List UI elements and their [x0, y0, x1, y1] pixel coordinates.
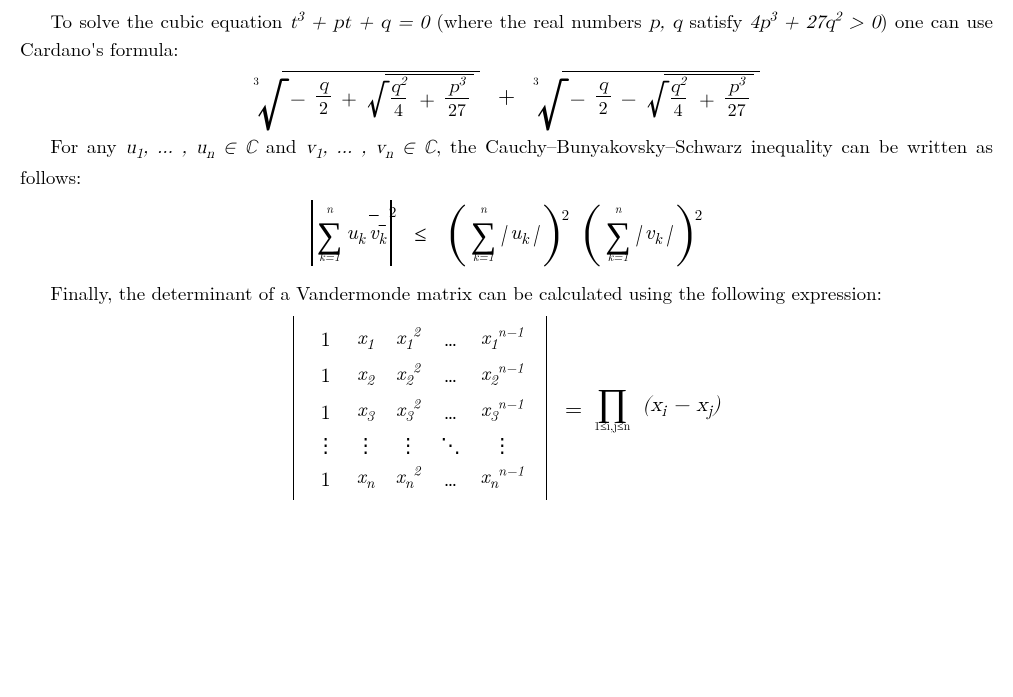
- frac-den: 4: [671, 98, 686, 119]
- matrix-cell: xn2: [386, 459, 431, 495]
- equation-cardano: 3 √ − q2 + √ q24 + p327 +: [20, 71, 993, 119]
- matrix-cell: 1: [306, 356, 346, 392]
- determinant-matrix: 1x1x12…x1n−11x2x22…x2n−11x3x32…x3n−1⋮⋮⋮⋱…: [293, 316, 547, 500]
- paragraph-cbs-intro: For any u1, … , un ∈ ℂ and v1, … , vn ∈ …: [20, 133, 993, 190]
- sum-symbol: n ∑ k=1: [317, 203, 343, 263]
- frac-num: q: [316, 76, 332, 96]
- matrix-cell: x2: [346, 356, 386, 392]
- frac-den: 27: [445, 98, 469, 119]
- matrix-cell: x2n−1: [471, 356, 535, 392]
- exponent-2: 2: [695, 205, 703, 225]
- inline-v-sequence: v1, … , vn ∈ ℂ: [305, 138, 436, 157]
- frac-den: 4: [391, 98, 406, 119]
- matrix-cell: ⋮: [346, 428, 386, 459]
- equals-sign: =: [565, 393, 582, 423]
- text: satisfy: [682, 7, 750, 34]
- paren-vk: ( n ∑ k=1 |vk| ): [579, 203, 698, 263]
- plus-operator: +: [490, 80, 523, 110]
- matrix-cell: x1n−1: [471, 320, 535, 356]
- matrix-cell: x1: [346, 320, 386, 356]
- inline-vars-pq: p, q: [649, 13, 682, 32]
- inline-u-sequence: u1, … , un ∈ ℂ: [125, 138, 257, 157]
- matrix-cell: ⋮: [306, 428, 346, 459]
- matrix-cell: 1: [306, 459, 346, 495]
- text: To solve the cubic equation: [50, 7, 289, 34]
- inner-sqrt-1: √ q24 + p327: [367, 74, 474, 119]
- matrix-cell: ⋮: [471, 428, 535, 459]
- matrix-cell: x22: [386, 356, 431, 392]
- matrix-cell: x12: [386, 320, 431, 356]
- paragraph-cardano-intro: To solve the cubic equation t3 + pt + q …: [20, 8, 993, 61]
- product-symbol: ∏ 1≤i,j≤n: [594, 383, 630, 432]
- frac-den: 27: [725, 98, 749, 119]
- text: Finally, the determinant of a Vandermond…: [50, 279, 882, 306]
- exponent-2: 2: [562, 205, 570, 225]
- equation-cauchy-schwarz: n ∑ k=1 ukvk 2 ≤ (: [20, 200, 993, 266]
- matrix-cell: …: [431, 320, 471, 356]
- frac-num: q: [595, 76, 611, 96]
- cube-root-1: 3 √ − q2 + √ q24 + p327: [253, 71, 480, 119]
- paren-uk: ( n ∑ k=1 |uk| ): [445, 203, 565, 263]
- matrix-cell: ⋮: [386, 428, 431, 459]
- matrix-cell: 1: [306, 392, 346, 428]
- matrix-cell: xnn−1: [471, 459, 535, 495]
- inner-sqrt-2: √ q24 + p327: [646, 74, 753, 119]
- equation-vandermonde: 1x1x12…x1n−11x2x22…x2n−11x3x32…x3n−1⋮⋮⋮⋱…: [20, 316, 993, 500]
- term-abs-uk: |uk|: [500, 217, 538, 248]
- matrix-cell: xn: [346, 459, 386, 495]
- matrix-cell: …: [431, 356, 471, 392]
- term-uk-vkbar: ukvk: [346, 217, 385, 248]
- paragraph-vandermonde-intro: Finally, the determinant of a Vandermond…: [20, 280, 993, 306]
- abs-lhs: n ∑ k=1 ukvk: [311, 200, 392, 266]
- inline-condition: 4p3 + 27q2 > 0: [750, 13, 881, 32]
- term-abs-vk: |vk|: [635, 217, 672, 248]
- frac-den: 2: [316, 96, 331, 117]
- text: For any: [50, 132, 125, 159]
- leq-operator: ≤: [406, 218, 434, 248]
- matrix-cell: 1: [306, 320, 346, 356]
- matrix-cell: …: [431, 459, 471, 495]
- matrix-cell: x3: [346, 392, 386, 428]
- product-term: (xi − xj): [642, 392, 720, 423]
- text: (where the real numbers: [429, 7, 649, 34]
- inline-equation-cubic: t3 + pt + q = 0: [290, 13, 430, 32]
- matrix-cell: x3n−1: [471, 392, 535, 428]
- matrix-cell: …: [431, 392, 471, 428]
- frac-den: 2: [596, 96, 611, 117]
- document-page: To solve the cubic equation t3 + pt + q …: [0, 0, 1013, 697]
- cube-root-2: 3 √ − q2 − √ q24 + p327: [533, 71, 760, 119]
- matrix-cell: ⋱: [431, 428, 471, 459]
- matrix-cell: x32: [386, 392, 431, 428]
